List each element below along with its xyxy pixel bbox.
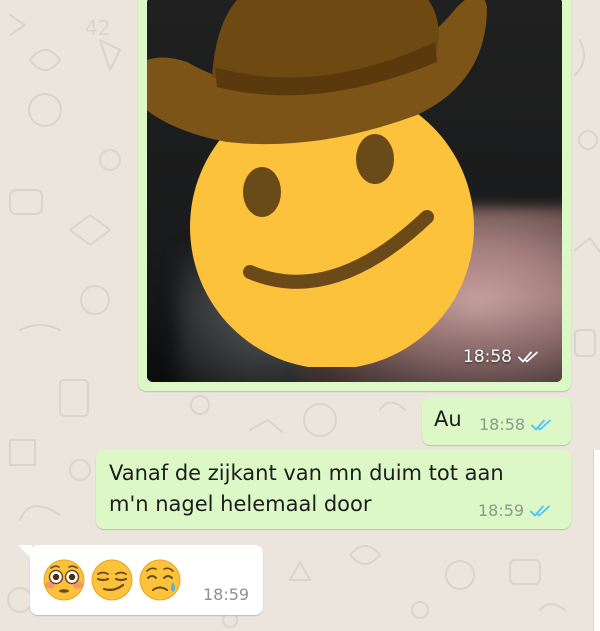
message-text: Au (434, 407, 462, 431)
message-meta: 18:59 (478, 501, 552, 520)
message-time: 18:58 (463, 347, 512, 367)
image-message[interactable]: 18:58 (138, 0, 571, 391)
read-receipt-icon (530, 505, 551, 516)
message-time: 18:59 (203, 585, 250, 604)
incoming-message[interactable]: 18:59 (30, 545, 263, 615)
message-meta: 18:58 (479, 415, 553, 434)
shared-photo[interactable]: 18:58 (147, 0, 562, 382)
message-time: 18:58 (479, 415, 526, 434)
read-receipt-icon (531, 419, 552, 430)
emoji-row (42, 558, 182, 602)
image-meta: 18:58 (463, 347, 540, 367)
read-receipt-icon (518, 351, 538, 363)
message-text-line-1: Vanaf de zijkant van mn duim tot aan (109, 461, 504, 485)
screen-edge (593, 450, 600, 631)
svg-text:42: 42 (85, 16, 110, 40)
outgoing-message[interactable]: Vanaf de zijkant van mn duim tot aan m'n… (96, 450, 571, 529)
sad-but-relieved-face-icon (139, 559, 181, 601)
flushed-face-icon (43, 559, 85, 601)
outgoing-message[interactable]: Au 18:58 (422, 397, 571, 445)
message-text-line-2: m'n nagel helemaal door (109, 492, 372, 516)
smirking-face-icon (91, 559, 133, 601)
message-time: 18:59 (478, 501, 525, 520)
cowboy-hat-face-icon (147, 0, 487, 367)
message-meta: 18:59 (203, 585, 249, 604)
